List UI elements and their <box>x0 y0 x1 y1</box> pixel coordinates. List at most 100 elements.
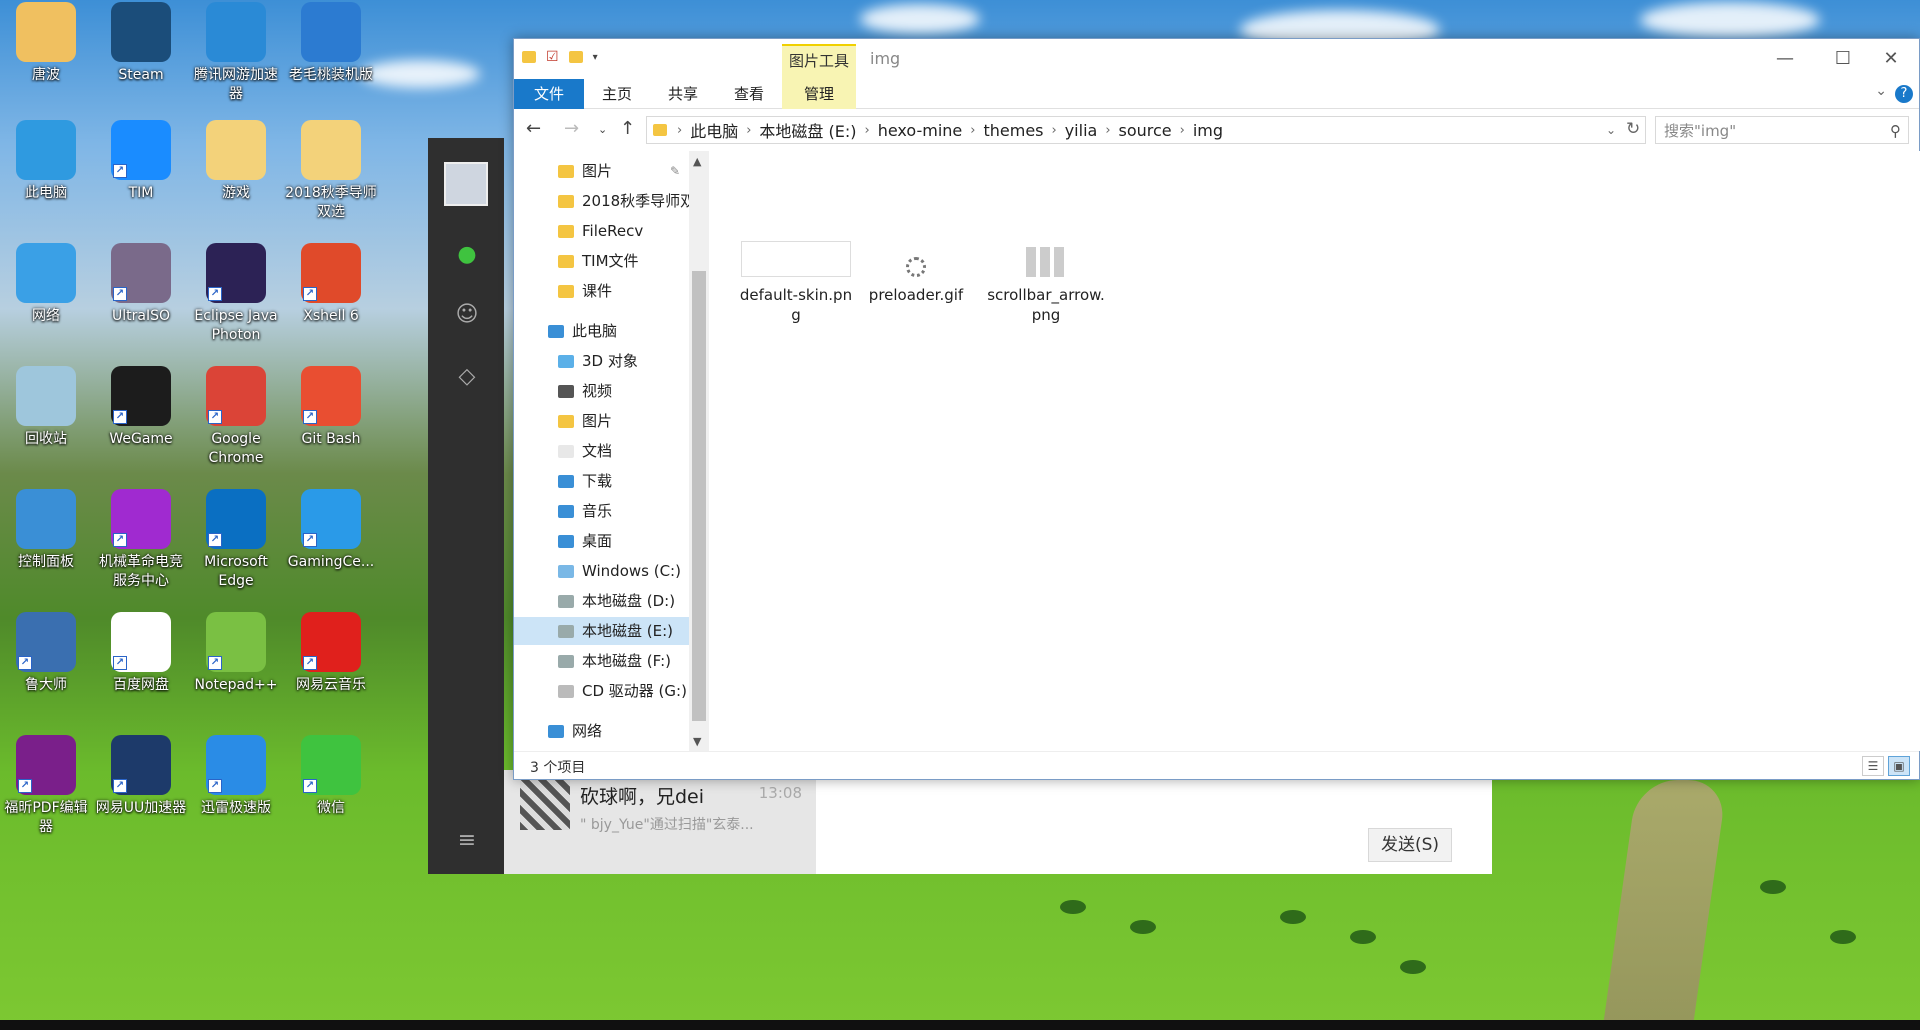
sidebar-item[interactable]: 图片 <box>514 407 689 435</box>
send-button[interactable]: 发送(S) <box>1368 828 1452 862</box>
tab-share[interactable]: 共享 <box>650 79 716 109</box>
tab-file[interactable]: 文件 <box>514 79 584 109</box>
chevron-right-icon[interactable]: › <box>1052 123 1057 138</box>
desktop-shortcut[interactable]: 回收站 <box>0 366 92 449</box>
chevron-right-icon[interactable]: › <box>1105 123 1110 138</box>
desktop-shortcut[interactable]: 控制面板 <box>0 489 92 572</box>
properties-icon[interactable]: ☑ <box>546 49 559 65</box>
desktop-shortcut[interactable]: ↗ WeGame <box>95 366 187 449</box>
search-icon[interactable]: ⚲ <box>1890 122 1901 140</box>
chevron-right-icon[interactable]: › <box>746 123 751 138</box>
sidebar-item[interactable]: 视频 <box>514 377 689 405</box>
sidebar-item[interactable]: 本地磁盘 (F:) <box>514 647 689 675</box>
sidebar-item[interactable]: 网络 <box>514 717 689 745</box>
chevron-right-icon[interactable]: › <box>1180 123 1185 138</box>
forward-arrow-icon[interactable]: → <box>564 118 579 139</box>
sidebar-item[interactable]: 文档 <box>514 437 689 465</box>
refresh-icon[interactable]: ↻ <box>1626 119 1640 139</box>
scrollbar[interactable]: ▲ ▼ <box>689 151 709 751</box>
tab-manage[interactable]: 管理 <box>782 79 856 109</box>
breadcrumb[interactable]: img <box>1193 121 1223 140</box>
chevron-right-icon[interactable]: › <box>865 123 870 138</box>
search-input[interactable]: 搜索"img" <box>1655 116 1909 144</box>
desktop-shortcut[interactable]: ↗ Eclipse Java Photon <box>190 243 282 345</box>
back-arrow-icon[interactable]: ← <box>526 118 541 139</box>
sidebar-item[interactable]: TIM文件 <box>514 247 689 275</box>
drive-icon <box>558 655 574 668</box>
scrollbar-thumb[interactable] <box>692 271 706 721</box>
large-icons-view-icon[interactable]: ▣ <box>1888 756 1910 776</box>
sidebar-item[interactable]: FileRecv <box>514 217 689 245</box>
new-folder-icon[interactable] <box>568 51 583 63</box>
desktop-shortcut[interactable]: ↗ UltraISO <box>95 243 187 326</box>
sidebar-item[interactable]: 图片 ✎ <box>514 157 689 185</box>
desktop-shortcut[interactable]: ↗ Microsoft Edge <box>190 489 282 591</box>
cube-icon[interactable]: ◇ <box>454 364 480 390</box>
expand-ribbon-icon[interactable]: ⌄ <box>1875 83 1887 99</box>
file-item[interactable]: preloader.gif <box>856 241 976 305</box>
sidebar-item[interactable]: 本地磁盘 (D:) <box>514 587 689 615</box>
sidebar-item[interactable]: Windows (C:) <box>514 557 689 585</box>
file-item[interactable]: scrollbar_arrow.png <box>986 241 1106 325</box>
desktop-shortcut[interactable]: 游戏 <box>190 120 282 203</box>
details-view-icon[interactable]: ☰ <box>1862 756 1884 776</box>
file-item[interactable]: default-skin.png <box>736 241 856 325</box>
chevron-right-icon[interactable]: › <box>970 123 975 138</box>
desktop-shortcut[interactable]: ↗ Notepad++ <box>190 612 282 695</box>
desktop-shortcut[interactable]: ↗ 百度网盘 <box>95 612 187 695</box>
scroll-down-icon[interactable]: ▼ <box>693 735 701 748</box>
shortcut-arrow-icon: ↗ <box>208 779 222 793</box>
breadcrumb[interactable]: 此电脑 <box>690 118 738 142</box>
sidebar-item[interactable]: 2018秋季导师双 <box>514 187 689 215</box>
customize-toolbar-icon[interactable]: ▾ <box>593 52 598 63</box>
desktop-shortcut[interactable]: 2018秋季导师双选 <box>285 120 377 222</box>
chat-bubble-icon[interactable]: ● <box>454 242 480 268</box>
desktop-shortcut[interactable]: ↗ 鲁大师 <box>0 612 92 695</box>
breadcrumb[interactable]: 本地磁盘 (E:) <box>759 118 856 142</box>
desktop-shortcut[interactable]: ↗ Git Bash <box>285 366 377 449</box>
sidebar-item[interactable]: 下载 <box>514 467 689 495</box>
recent-dropdown-icon[interactable]: ⌄ <box>598 123 607 136</box>
tab-home[interactable]: 主页 <box>584 79 650 109</box>
desktop-shortcut[interactable]: ↗ 福昕PDF编辑器 <box>0 735 92 837</box>
minimize-icon[interactable]: — <box>1756 39 1814 79</box>
contacts-icon[interactable]: ☺ <box>454 302 480 328</box>
sidebar-item[interactable]: 此电脑 <box>514 317 689 345</box>
avatar[interactable] <box>444 162 488 206</box>
sidebar-item[interactable]: 课件 <box>514 277 689 305</box>
desktop-shortcut[interactable]: ↗ 微信 <box>285 735 377 818</box>
desktop-shortcut[interactable]: ↗ 网易云音乐 <box>285 612 377 695</box>
desktop-shortcut[interactable]: Steam <box>95 2 187 85</box>
desktop-shortcut[interactable]: ↗ 网易UU加速器 <box>95 735 187 818</box>
sidebar-item[interactable]: 桌面 <box>514 527 689 555</box>
desktop-shortcut[interactable]: 唐波 <box>0 2 92 85</box>
sidebar-item[interactable]: 音乐 <box>514 497 689 525</box>
menu-icon[interactable]: ≡ <box>454 828 480 854</box>
desktop-shortcut[interactable]: 网络 <box>0 243 92 326</box>
sidebar-item[interactable]: 本地磁盘 (E:) <box>514 617 689 645</box>
desktop-shortcut[interactable]: ↗ GamingCe... <box>285 489 377 572</box>
scroll-up-icon[interactable]: ▲ <box>693 155 701 168</box>
desktop-shortcut[interactable]: ↗ 迅雷极速版 <box>190 735 282 818</box>
breadcrumb[interactable]: themes <box>983 121 1043 140</box>
desktop-shortcut[interactable]: 此电脑 <box>0 120 92 203</box>
desktop-shortcut[interactable]: ↗ Xshell 6 <box>285 243 377 326</box>
breadcrumb[interactable]: hexo-mine <box>878 121 963 140</box>
desktop-shortcut[interactable]: 腾讯网游加速器 <box>190 2 282 104</box>
tab-view[interactable]: 查看 <box>716 79 782 109</box>
list-item[interactable]: 砍球啊，兄dei 13:08 " bjy_Yue"通过扫描"玄泰... <box>504 770 816 842</box>
up-arrow-icon[interactable]: ↑ <box>620 118 635 139</box>
breadcrumb[interactable]: yilia <box>1065 121 1098 140</box>
sidebar-item-label: 网络 <box>572 722 603 740</box>
sidebar-item[interactable]: 3D 对象 <box>514 347 689 375</box>
desktop-shortcut[interactable]: ↗ Google Chrome <box>190 366 282 468</box>
close-icon[interactable]: ✕ <box>1862 39 1920 79</box>
address-bar[interactable]: › 此电脑 › 本地磁盘 (E:) › hexo-mine › themes ›… <box>646 116 1646 144</box>
desktop-shortcut[interactable]: ↗ TIM <box>95 120 187 203</box>
address-dropdown-icon[interactable]: ⌄ <box>1606 123 1616 137</box>
sidebar-item[interactable]: CD 驱动器 (G:) <box>514 677 689 705</box>
help-icon[interactable]: ? <box>1895 85 1913 103</box>
desktop-shortcut[interactable]: ↗ 机械革命电竞服务中心 <box>95 489 187 591</box>
breadcrumb[interactable]: source <box>1119 121 1172 140</box>
desktop-shortcut[interactable]: 老毛桃装机版 <box>285 2 377 85</box>
